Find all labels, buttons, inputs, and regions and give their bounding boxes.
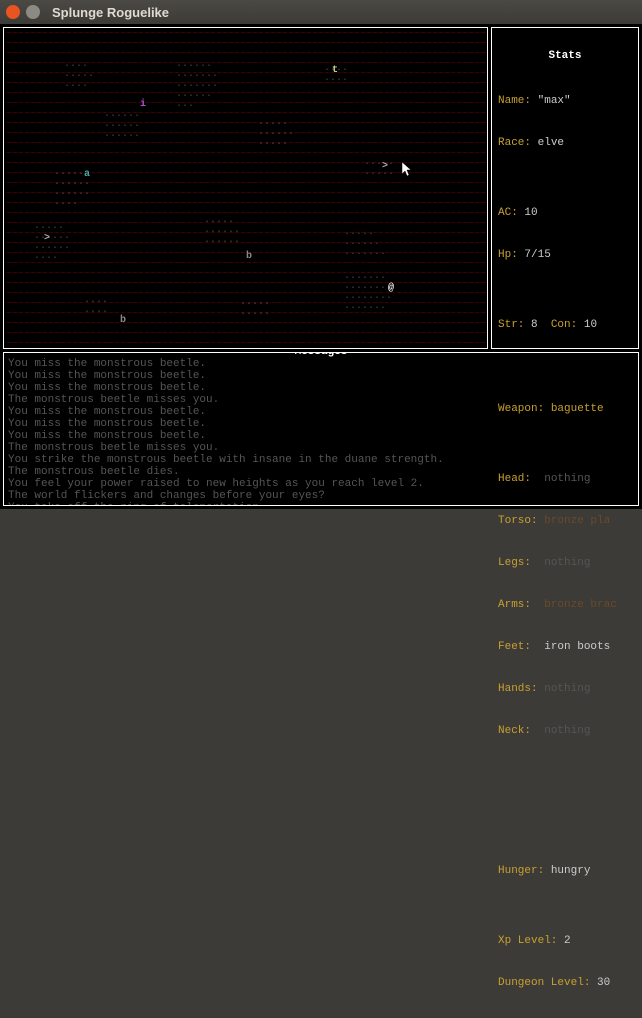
map-room: .................. xyxy=(344,228,386,258)
map-room: .................. xyxy=(104,110,140,140)
map-room: ..................... xyxy=(34,222,70,262)
map-monster-b: b xyxy=(246,252,252,262)
stat-row: AC: 10 xyxy=(498,206,632,220)
stat-row: Xp Level: 2 xyxy=(498,934,632,948)
message-line: The monstrous beetle dies. xyxy=(8,466,634,478)
map-room: .......... xyxy=(240,298,270,318)
window-titlebar: Splunge Roguelike xyxy=(0,0,642,24)
messages-panel: Messages You miss the monstrous beetle.Y… xyxy=(3,352,639,506)
messages-panel-title: Messages xyxy=(8,352,634,358)
window-title: Splunge Roguelike xyxy=(52,5,169,20)
stat-row: Race: elve xyxy=(498,136,632,150)
message-line: You take off the ring of teleportation. xyxy=(8,502,634,506)
stat-row: Hunger: hungry xyxy=(498,864,632,878)
stat-row: Arms: bronze brac xyxy=(498,598,632,612)
stat-row: Name: "max" xyxy=(498,94,632,108)
message-line: You strike the monstrous beetle with ins… xyxy=(8,454,634,466)
stat-row: Torso: bronze pla xyxy=(498,514,632,528)
map-monster-b: b xyxy=(120,316,126,326)
message-line: You feel your power raised to new height… xyxy=(8,478,634,490)
map-monster-a: a xyxy=(84,170,90,180)
stat-row: Str: 8 Con: 10 xyxy=(498,318,632,332)
stat-row: Hands: nothing xyxy=(498,682,632,696)
map-stair: > xyxy=(44,234,50,244)
message-line: The world flickers and changes before yo… xyxy=(8,490,634,502)
stat-row: Neck: nothing xyxy=(498,724,632,738)
stats-panel-title: Stats xyxy=(498,49,632,63)
message-line: You miss the monstrous beetle. xyxy=(8,418,634,430)
map-item-i: i xyxy=(140,100,146,110)
game-content: ~~~~~~~~~~~~~~~~~~~~~~~~~~~~~~~~~~~~~~~~… xyxy=(0,24,642,509)
message-line: You miss the monstrous beetle. xyxy=(8,358,634,370)
minimize-icon[interactable] xyxy=(26,5,40,19)
message-line: The monstrous beetle misses you. xyxy=(8,394,634,406)
message-log: You miss the monstrous beetle.You miss t… xyxy=(8,358,634,506)
map-panel[interactable]: ~~~~~~~~~~~~~~~~~~~~~~~~~~~~~~~~~~~~~~~~… xyxy=(3,27,488,349)
map-room: ............. xyxy=(64,60,94,90)
map-stair: > xyxy=(382,162,388,172)
map-room: ................ xyxy=(258,118,294,148)
map-room: ............................. xyxy=(176,60,218,110)
map-room: ........ xyxy=(84,296,108,316)
close-icon[interactable] xyxy=(6,5,20,19)
map-room: .............................. xyxy=(344,272,392,312)
map-player: @ xyxy=(388,284,394,294)
stats-panel: Stats Name: "max" Race: elve AC: 10 Hp: … xyxy=(491,27,639,349)
stat-row: Feet: iron boots xyxy=(498,640,632,654)
stat-row: Dungeon Level: 30 xyxy=(498,976,632,990)
message-line: The monstrous beetle misses you. xyxy=(8,442,634,454)
message-line: You miss the monstrous beetle. xyxy=(8,382,634,394)
message-line: You miss the monstrous beetle. xyxy=(8,430,634,442)
map-room: ................. xyxy=(204,216,240,246)
map-monster-t: t xyxy=(332,66,338,76)
message-line: You miss the monstrous beetle. xyxy=(8,406,634,418)
map-room: .......... xyxy=(364,158,394,178)
stat-row: Hp: 7/15 xyxy=(498,248,632,262)
message-line: You miss the monstrous beetle. xyxy=(8,370,634,382)
stat-row: Legs: nothing xyxy=(498,556,632,570)
